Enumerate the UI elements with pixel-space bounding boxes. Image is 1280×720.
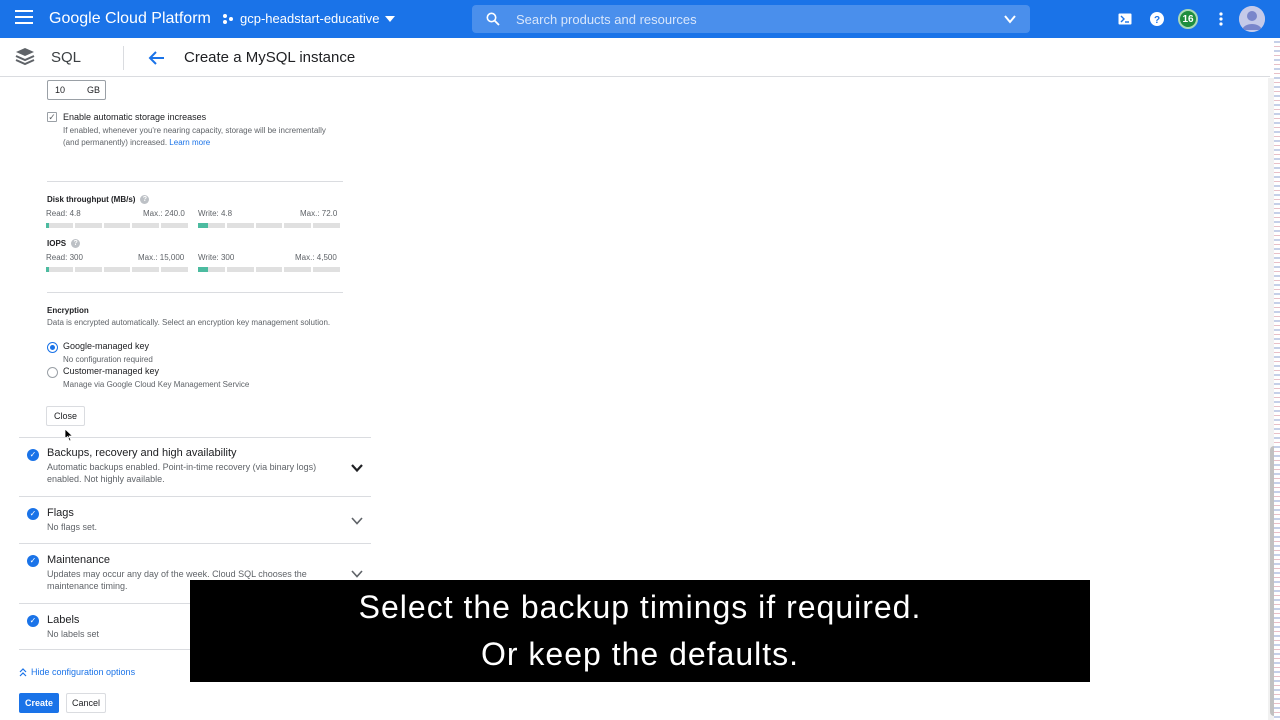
throughput-read-meter (46, 223, 188, 228)
iops-write-meter (198, 267, 340, 272)
create-button[interactable]: Create (19, 693, 59, 713)
panel-title: Backups, recovery and high availability (47, 447, 237, 459)
hide-configuration-options-link[interactable]: Hide configuration options (19, 667, 135, 677)
throughput-read: Read: 4.8 (46, 209, 81, 218)
panel-description: Automatic backups enabled. Point-in-time… (47, 462, 317, 484)
throughput-write-meter (198, 223, 340, 228)
iops-read-max: Max.: 15,000 (138, 253, 185, 262)
sql-product-icon (15, 48, 35, 66)
iops-read-meter (46, 267, 188, 272)
cancel-button[interactable]: Cancel (66, 693, 106, 713)
svg-text:?: ? (1154, 15, 1160, 26)
throughput-label: Disk throughput (MB/s) (47, 195, 136, 204)
product-header: SQL Create a MySQL instance (0, 38, 1270, 77)
help-icon[interactable]: ? (71, 239, 81, 249)
check-circle-icon: ✓ (27, 449, 39, 461)
customer-managed-key-label[interactable]: Customer-managed key (63, 366, 159, 376)
check-circle-icon: ✓ (27, 508, 39, 520)
throughput-write: Write: 4.8 (198, 209, 233, 218)
encryption-title: Encryption (47, 306, 89, 315)
chevron-down-icon[interactable] (351, 568, 363, 580)
caption-line-2: Or keep the defaults. (480, 636, 800, 672)
search-icon (486, 12, 500, 26)
divider (47, 181, 343, 182)
video-caption: Select the backup timings if required. O… (190, 580, 1090, 682)
panel-title: Labels (47, 614, 80, 626)
learn-more-link[interactable]: Learn more (169, 138, 210, 147)
storage-value: 10 (55, 85, 66, 95)
auto-storage-description: If enabled, whenever you're nearing capa… (63, 125, 333, 149)
project-selector[interactable]: gcp-headstart-educative (222, 11, 396, 26)
panel-title: Flags (47, 507, 74, 519)
project-icon (223, 13, 233, 24)
storage-unit: GB (87, 85, 101, 95)
search-bar[interactable] (472, 5, 1030, 33)
auto-storage-checkbox[interactable]: ✓ (47, 112, 57, 122)
brand-title[interactable]: Google Cloud Platform (49, 10, 211, 28)
google-managed-key-sub: No configuration required (63, 355, 153, 364)
more-vert-icon[interactable] (1212, 10, 1230, 28)
iops-write: Write: 300 (198, 253, 235, 262)
header-divider (123, 46, 124, 70)
encryption-description: Data is encrypted automatically. Select … (47, 318, 331, 327)
chevron-down-icon[interactable] (1004, 13, 1016, 25)
customer-managed-key-sub: Manage via Google Cloud Key Management S… (63, 380, 250, 389)
back-arrow-icon[interactable] (148, 49, 166, 67)
throughput-read-max: Max.: 240.0 (143, 209, 185, 218)
iops-read: Read: 300 (46, 253, 83, 262)
google-managed-key-radio[interactable] (47, 342, 58, 353)
panel-description: No flags set. (47, 522, 98, 532)
help-icon[interactable]: ? (140, 195, 150, 205)
project-name: gcp-headstart-educative (240, 11, 380, 26)
top-app-bar: Google Cloud Platform gcp-headstart-educ… (0, 0, 1280, 38)
google-managed-key-label[interactable]: Google-managed key (63, 341, 149, 351)
storage-capacity-field[interactable]: 10 GB (47, 80, 106, 100)
throughput-write-max: Max.: 72.0 (300, 209, 338, 218)
throughput-label-row: Disk throughput (MB/s)? (47, 195, 150, 205)
chevron-down-icon[interactable] (351, 515, 363, 527)
close-button[interactable]: Close (46, 406, 85, 426)
auto-storage-label: Enable automatic storage increases (63, 112, 207, 122)
user-avatar[interactable] (1239, 6, 1265, 32)
screen-edge-artifact (1274, 38, 1280, 720)
customer-managed-key-radio[interactable] (47, 367, 58, 378)
hamburger-menu-icon[interactable] (15, 10, 33, 28)
page-title: Create a MySQL instance (184, 49, 356, 66)
caption-line-1: Select the backup timings if required. (358, 589, 922, 625)
panel-title: Maintenance (47, 554, 110, 566)
hide-options-label: Hide configuration options (31, 667, 136, 677)
chevron-down-icon[interactable] (351, 462, 363, 474)
check-circle-icon: ✓ (27, 615, 39, 627)
divider (47, 292, 343, 293)
chevron-up-icon (19, 667, 27, 676)
product-name: SQL (51, 49, 82, 66)
iops-write-max: Max.: 4,500 (295, 253, 337, 262)
iops-label: IOPS (47, 239, 67, 248)
chevron-down-icon (385, 15, 396, 22)
flags-panel[interactable]: ✓ Flags No flags set. (19, 496, 371, 543)
iops-label-row: IOPS? (47, 239, 81, 249)
search-input[interactable] (516, 9, 986, 29)
cloud-shell-icon[interactable] (1116, 10, 1134, 28)
check-circle-icon: ✓ (27, 555, 39, 567)
help-icon[interactable]: ? (1148, 10, 1166, 28)
backups-panel[interactable]: ✓ Backups, recovery and high availabilit… (19, 437, 371, 496)
notifications-badge[interactable]: 16 (1178, 9, 1198, 29)
